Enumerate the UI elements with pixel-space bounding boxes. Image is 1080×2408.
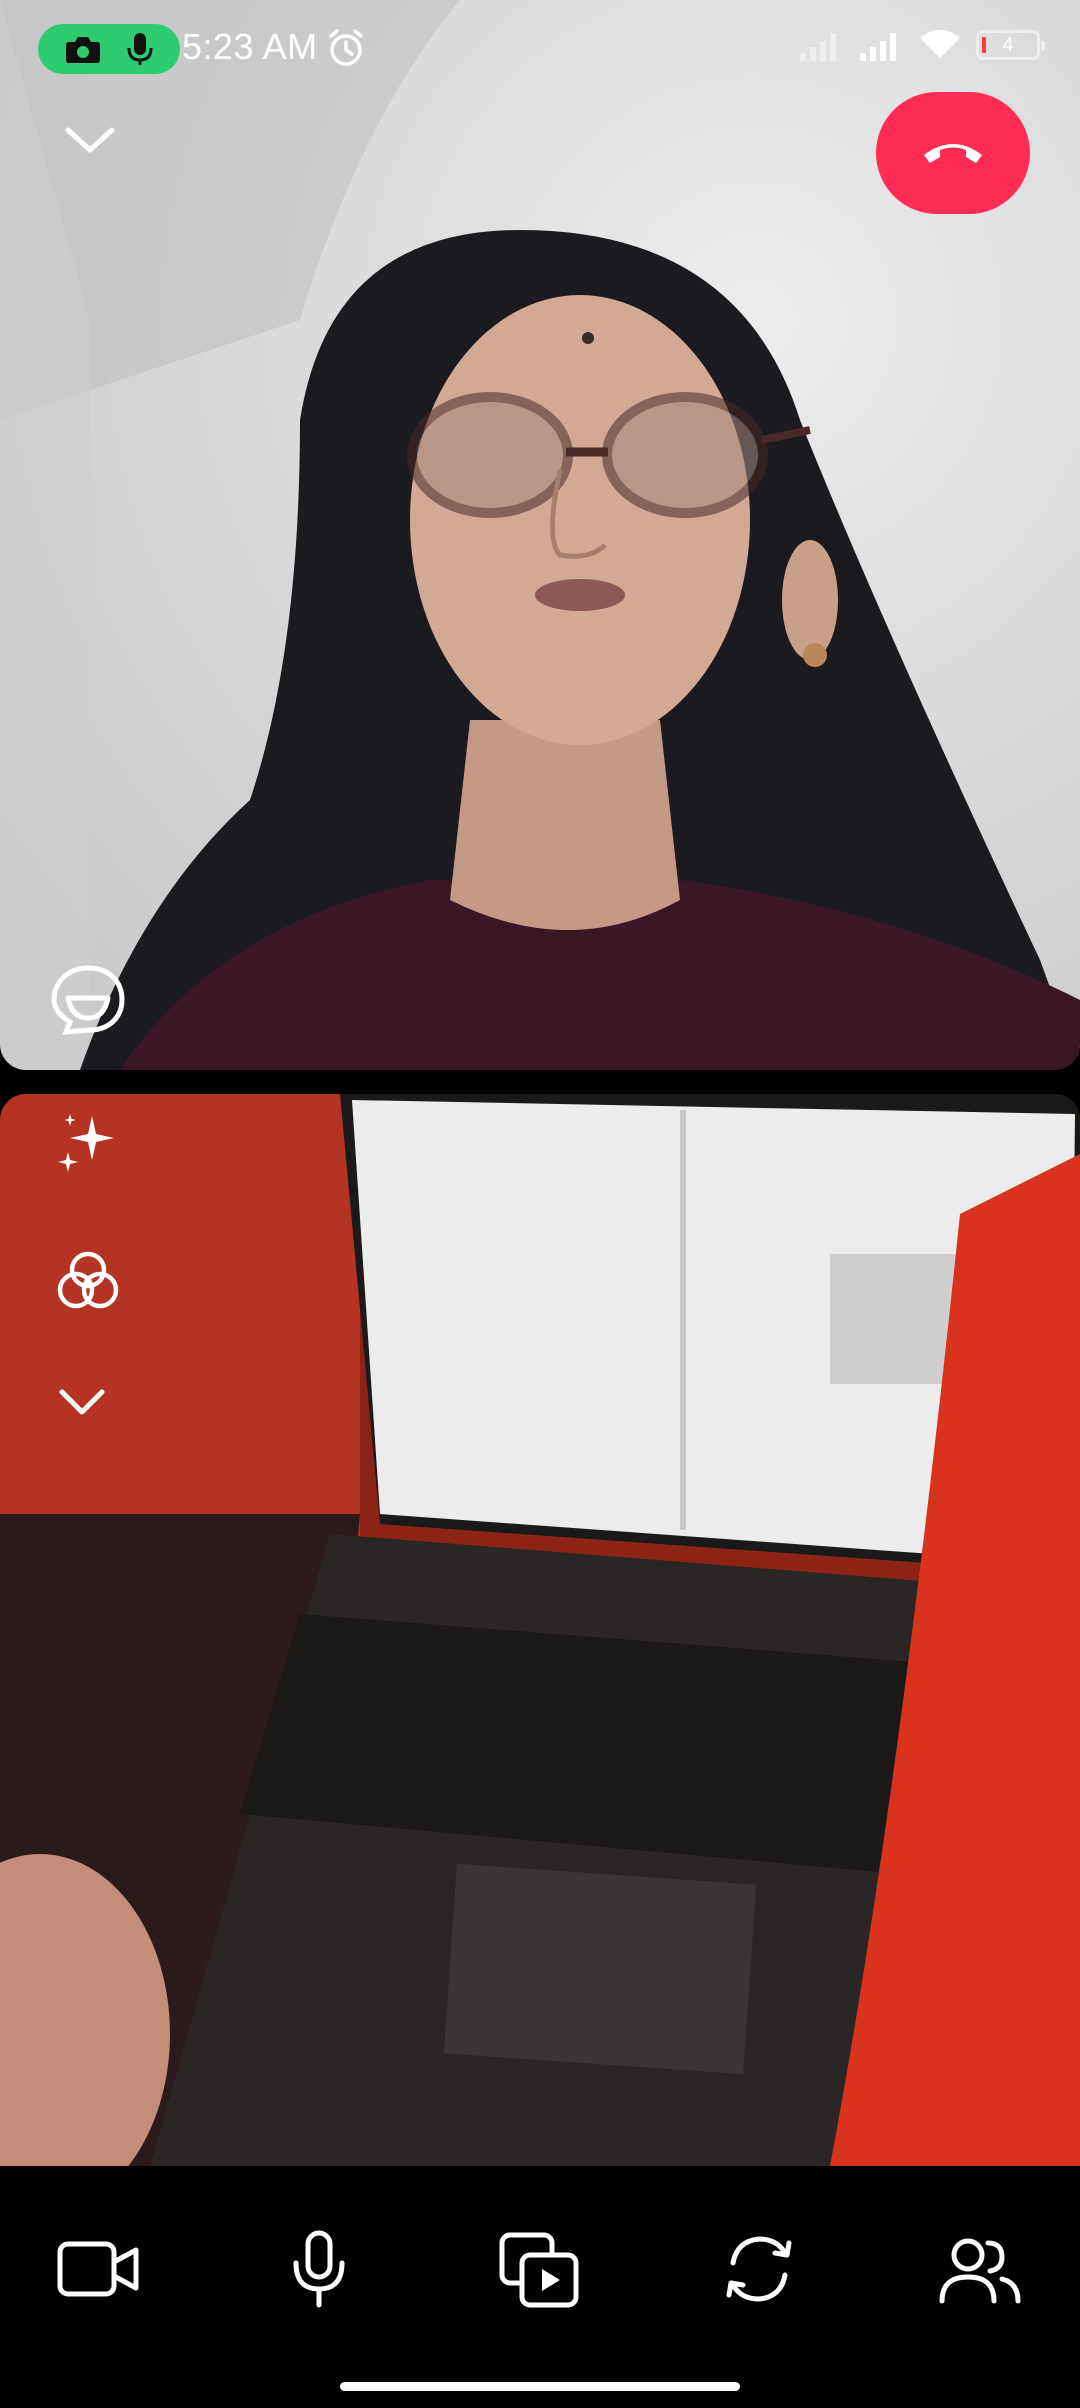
video-camera-icon	[57, 2241, 139, 2297]
status-time: 5:23 AM	[182, 26, 318, 67]
caption-bubble-button[interactable]	[48, 960, 140, 1052]
local-video-frame	[0, 1094, 1080, 2166]
recording-indicator	[38, 24, 180, 74]
signal-icon	[860, 33, 896, 61]
filters-button[interactable]	[52, 1244, 134, 1326]
sparkle-effects-icon	[58, 1114, 114, 1172]
local-video-preview[interactable]	[0, 1094, 1080, 2166]
chat-bubble-icon	[51, 965, 125, 1035]
filters-icon	[57, 1251, 119, 1309]
signal-icon	[800, 33, 836, 61]
call-control-bar	[0, 2166, 1080, 2408]
chevron-down-icon	[65, 127, 115, 153]
home-indicator[interactable]	[340, 2382, 740, 2391]
participants-button[interactable]	[924, 2214, 1034, 2324]
more-effects-button[interactable]	[54, 1384, 134, 1444]
end-call-icon	[924, 144, 982, 163]
battery-level: 4	[1002, 33, 1014, 56]
end-call-button[interactable]	[876, 92, 1030, 214]
collapse-button[interactable]	[60, 120, 140, 190]
camera-in-use-icon	[66, 37, 100, 63]
media-share-icon	[499, 2232, 579, 2308]
participants-icon	[939, 2238, 1021, 2304]
battery-icon: 4	[976, 30, 1045, 60]
flip-camera-icon	[726, 2236, 792, 2302]
microphone-icon	[293, 2230, 345, 2308]
media-share-button[interactable]	[484, 2214, 594, 2324]
mic-in-use-icon	[127, 33, 153, 65]
alarm-icon	[329, 29, 363, 66]
microphone-button[interactable]	[264, 2214, 374, 2324]
effects-button[interactable]	[52, 1108, 134, 1190]
chevron-down-icon	[59, 1389, 105, 1415]
status-bar: 5:23 AM 4	[0, 0, 1080, 100]
flip-camera-button[interactable]	[704, 2214, 814, 2324]
camera-toggle-button[interactable]	[44, 2214, 154, 2324]
wifi-icon	[920, 30, 960, 58]
